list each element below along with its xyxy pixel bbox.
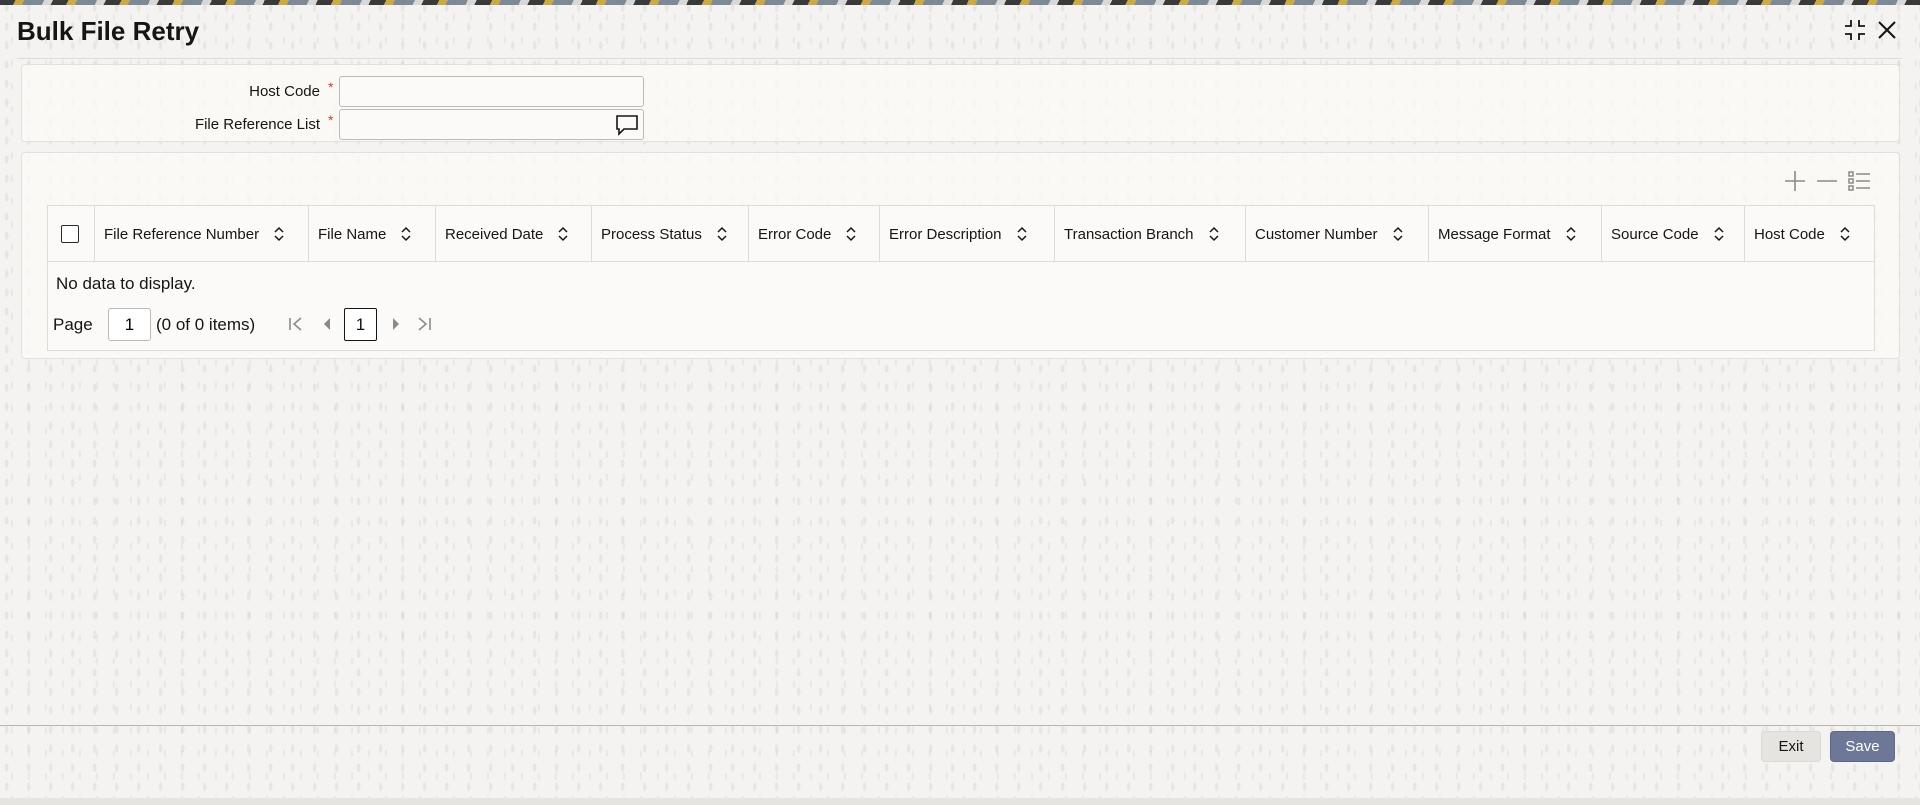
column-label: Customer Number — [1255, 225, 1378, 243]
first-page-icon[interactable] — [286, 314, 306, 334]
file-reference-list-required-mark: * — [328, 112, 334, 128]
footer-divider — [0, 725, 1920, 726]
speech-bubble-icon[interactable] — [612, 111, 642, 139]
collapse-arrows-icon[interactable] — [1842, 17, 1868, 43]
page-title: Bulk File Retry — [17, 16, 200, 46]
column-header[interactable]: Process Status — [592, 206, 749, 262]
page-count-text: (0 of 0 items) — [156, 315, 256, 334]
column-label: File Reference Number — [104, 225, 260, 243]
column-label: File Name — [318, 225, 387, 243]
file-reference-list-input[interactable] — [339, 109, 644, 140]
column-header[interactable]: Error Code — [749, 206, 880, 262]
column-header[interactable]: File Name — [309, 206, 436, 262]
previous-page-icon[interactable] — [317, 314, 337, 334]
sort-icon — [1565, 226, 1577, 242]
sort-icon — [845, 226, 857, 242]
page-label: Page — [53, 315, 93, 334]
close-icon[interactable] — [1874, 17, 1900, 43]
data-grid: File Reference Number File Name Received… — [47, 205, 1875, 351]
last-page-icon[interactable] — [414, 314, 434, 334]
pagination: Page (0 of 0 items) 1 — [48, 306, 648, 342]
minus-icon[interactable] — [1813, 167, 1841, 195]
page-number-input[interactable] — [108, 308, 151, 341]
column-header[interactable]: Message Format — [1429, 206, 1602, 262]
sort-icon — [1208, 226, 1220, 242]
list-icon[interactable] — [1845, 167, 1873, 195]
grid-panel: File Reference Number File Name Received… — [21, 152, 1900, 359]
current-page-button[interactable]: 1 — [344, 308, 377, 341]
title-divider — [17, 58, 1902, 59]
file-reference-list-label: File Reference List — [194, 116, 320, 133]
next-page-icon[interactable] — [386, 314, 406, 334]
exit-button[interactable]: Exit — [1761, 731, 1821, 762]
column-label: Source Code — [1611, 225, 1699, 243]
select-all-column — [48, 206, 95, 262]
sort-icon — [273, 226, 285, 242]
column-label: Process Status — [601, 225, 702, 243]
sort-icon — [716, 226, 728, 242]
column-label: Error Code — [758, 225, 832, 243]
title-bar: Bulk File Retry — [0, 5, 1920, 59]
column-label: Received Date — [445, 225, 544, 243]
plus-icon[interactable] — [1781, 167, 1809, 195]
column-header[interactable]: Customer Number — [1246, 206, 1429, 262]
host-code-required-mark: * — [328, 79, 334, 95]
sort-icon — [400, 226, 412, 242]
column-header[interactable]: Host Code — [1745, 206, 1874, 262]
column-header[interactable]: Error Description — [880, 206, 1055, 262]
sort-icon — [1016, 226, 1028, 242]
footer-bottom-bar — [0, 798, 1920, 805]
column-label: Host Code — [1754, 225, 1825, 243]
grid-header: File Reference Number File Name Received… — [48, 206, 1874, 262]
column-header[interactable]: Received Date — [436, 206, 592, 262]
form-panel: Host Code * File Reference List * — [21, 64, 1900, 142]
sort-icon — [557, 226, 569, 242]
host-code-input[interactable] — [339, 76, 644, 107]
sort-icon — [1839, 226, 1851, 242]
empty-message: No data to display. — [56, 274, 196, 293]
select-all-checkbox[interactable] — [61, 225, 79, 243]
sort-icon — [1392, 226, 1404, 242]
column-label: Error Description — [889, 225, 1002, 243]
save-button[interactable]: Save — [1830, 731, 1895, 762]
column-label: Transaction Branch — [1064, 225, 1194, 243]
column-header[interactable]: File Reference Number — [95, 206, 309, 262]
column-label: Message Format — [1438, 225, 1551, 243]
column-header[interactable]: Source Code — [1602, 206, 1745, 262]
host-code-label: Host Code — [249, 83, 320, 100]
sort-icon — [1713, 226, 1725, 242]
column-header[interactable]: Transaction Branch — [1055, 206, 1246, 262]
